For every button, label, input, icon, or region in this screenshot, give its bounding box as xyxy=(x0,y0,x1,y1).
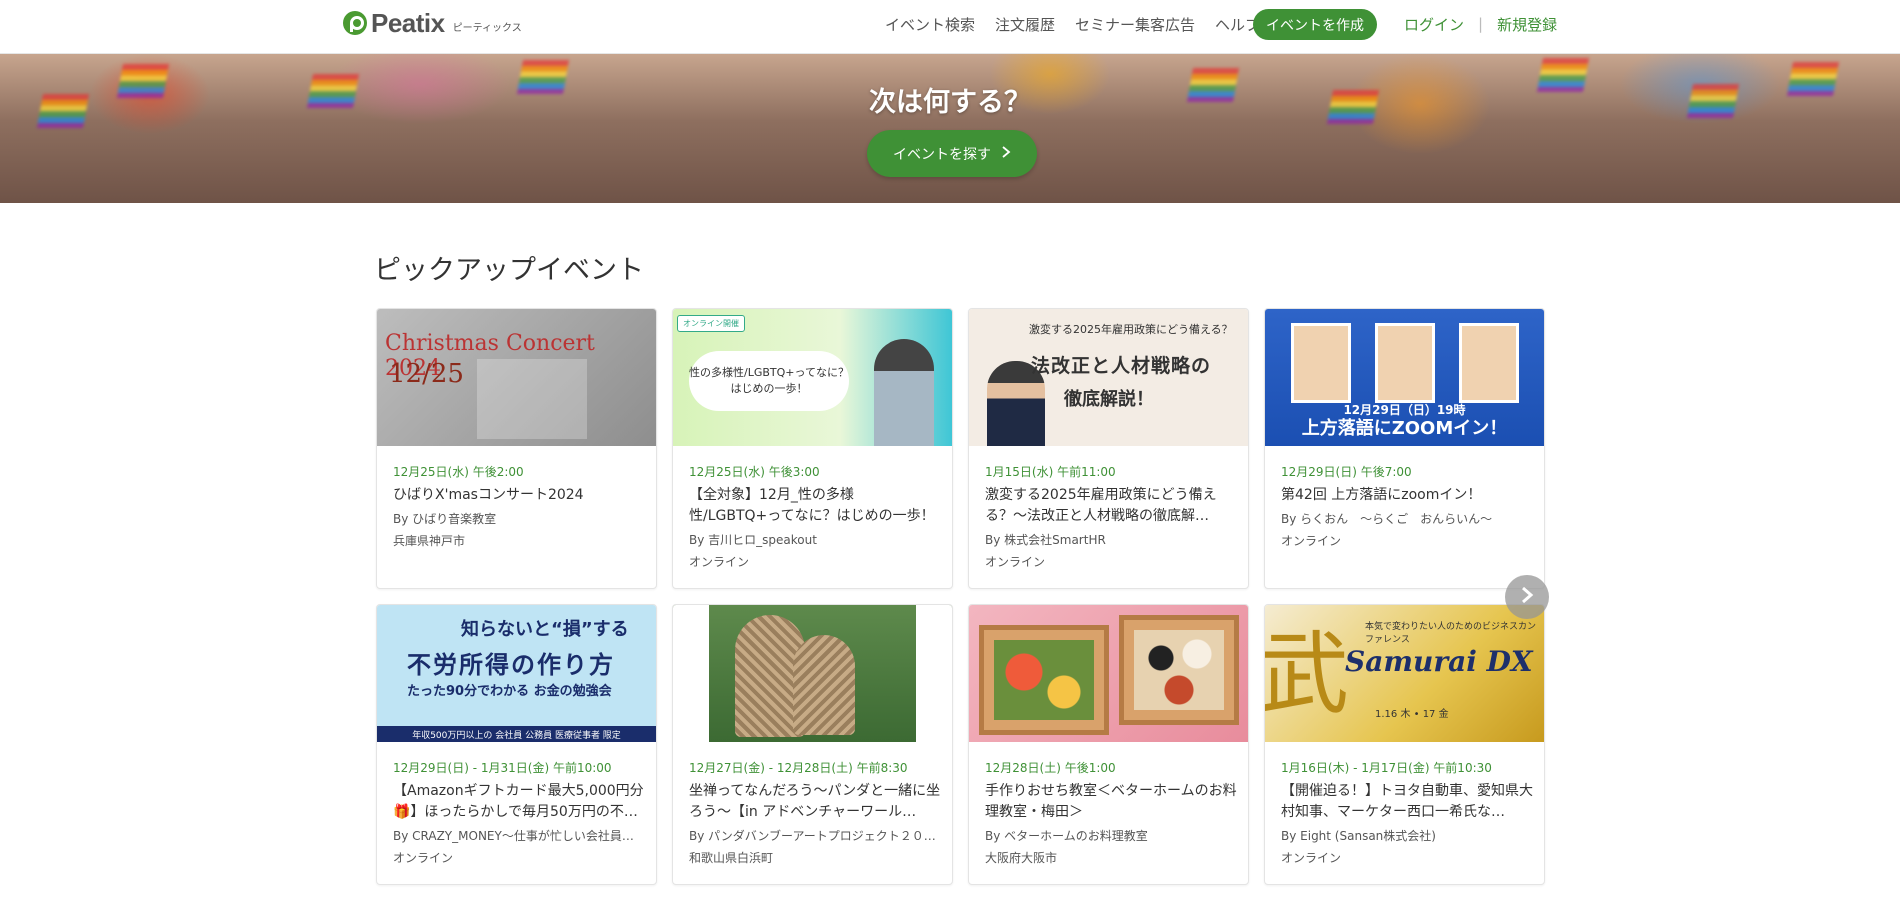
event-organizer: By 吉川ヒロ_speakout xyxy=(689,533,817,547)
event-card[interactable]: 12月27日(金) - 12月28日(土) 午前8:30 坐禅ってなんだろう〜パ… xyxy=(672,604,953,885)
peatix-logo[interactable]: Peatix ピーティックス xyxy=(343,7,522,38)
event-card[interactable]: 知らないと“損”する 不労所得の作り方 たった90分でわかる お金の勉強会 年収… xyxy=(376,604,657,885)
login-link[interactable]: ログイン xyxy=(1404,14,1464,35)
event-date: 12月29日(日) - 1月31日(金) 午前10:00 xyxy=(393,761,612,775)
event-location: オンライン xyxy=(1281,851,1342,865)
event-card[interactable]: 12月28日(土) 午後1:00 手作りおせち教室＜ベターホームのお料理教室・梅… xyxy=(968,604,1249,885)
event-card[interactable]: 12月29日（日）19時 上方落語にZOOMイン！ 12月29日(日) 午後7:… xyxy=(1264,308,1545,589)
nav-separator: | xyxy=(1478,15,1484,33)
event-thumbnail: 12月29日（日）19時 上方落語にZOOMイン！ xyxy=(1265,309,1544,446)
event-card[interactable]: Christmas Concert 2024 12/25 12月25日(水) 午… xyxy=(376,308,657,589)
carousel-next-button[interactable] xyxy=(1505,575,1549,619)
peatix-logo-icon xyxy=(343,11,367,35)
account-nav: ログイン | 新規登録 xyxy=(1404,13,1557,35)
chevron-right-icon xyxy=(1001,145,1011,162)
event-title[interactable]: 【全対象】12月_性の多様性/LGBTQ+ってなに？はじめの一歩！ xyxy=(689,485,941,527)
create-event-button[interactable]: イベントを作成 xyxy=(1253,9,1377,40)
event-title[interactable]: 手作りおせち教室＜ベターホームのお料理教室・梅田＞ xyxy=(985,781,1237,823)
main-nav: イベント検索 注文履歴 セミナー集客広告 ヘルプ xyxy=(885,13,1260,35)
hero-background-image xyxy=(0,54,1900,203)
event-title[interactable]: 第42回 上方落語にzoomイン！ xyxy=(1281,485,1533,506)
event-location: 大阪府大阪市 xyxy=(985,851,1058,865)
event-location: オンライン xyxy=(689,555,750,569)
event-title[interactable]: ひばりX'masコンサート2024 xyxy=(393,485,645,506)
logo-subtext: ピーティックス xyxy=(452,22,522,34)
event-location: オンライン xyxy=(985,555,1046,569)
event-location: オンライン xyxy=(1281,534,1342,548)
event-title[interactable]: 【開催迫る！】トヨタ自動車、愛知県大村知事、マーケター西口一希氏な… xyxy=(1281,781,1533,823)
find-events-button[interactable]: イベントを探す xyxy=(867,130,1037,177)
event-organizer: By CRAZY_MONEY〜仕事が忙しい会社員… xyxy=(393,829,634,843)
event-date: 12月27日(金) - 12月28日(土) 午前8:30 xyxy=(689,761,908,775)
event-title[interactable]: 激変する2025年雇用政策にどう備える？〜法改正と人材戦略の徹底解… xyxy=(985,485,1237,527)
event-date: 1月15日(水) 午前11:00 xyxy=(985,465,1116,479)
event-thumbnail: 知らないと“損”する 不労所得の作り方 たった90分でわかる お金の勉強会 年収… xyxy=(377,605,656,742)
event-date: 12月25日(水) 午後2:00 xyxy=(393,465,524,479)
nav-event-search[interactable]: イベント検索 xyxy=(885,14,975,35)
logo-text: Peatix xyxy=(371,7,445,38)
hero-banner: 次は何する？ xyxy=(0,54,1900,203)
event-card[interactable]: 激変する2025年雇用政策にどう備える？ 法改正と人材戦略の 徹底解説！ 1月1… xyxy=(968,308,1249,589)
event-date: 12月29日(日) 午後7:00 xyxy=(1281,465,1412,479)
signup-link[interactable]: 新規登録 xyxy=(1497,14,1557,35)
event-location: 和歌山県白浜町 xyxy=(689,851,774,865)
find-events-label: イベントを探す xyxy=(893,146,991,163)
event-organizer: By Eight (Sansan株式会社) xyxy=(1281,829,1436,843)
event-thumbnail: Christmas Concert 2024 12/25 xyxy=(377,309,656,446)
event-thumbnail xyxy=(969,605,1248,742)
event-card[interactable]: オンライン開催 性の多様性/LGBTQ+ってなに？はじめの一歩！ 12月25日(… xyxy=(672,308,953,589)
event-organizer: By らくおん 〜らくご おんらいん〜 xyxy=(1281,512,1493,526)
event-location: 兵庫県神戸市 xyxy=(393,534,466,548)
nav-seminar-ads[interactable]: セミナー集客広告 xyxy=(1075,14,1195,35)
event-date: 12月25日(水) 午後3:00 xyxy=(689,465,820,479)
event-organizer: By ベターホームのお料理教室 xyxy=(985,829,1148,843)
event-organizer: By 株式会社SmartHR xyxy=(985,533,1106,547)
event-date: 1月16日(木) - 1月17日(金) 午前10:30 xyxy=(1281,761,1492,775)
chevron-right-icon xyxy=(1520,585,1534,610)
event-thumbnail: 激変する2025年雇用政策にどう備える？ 法改正と人材戦略の 徹底解説！ xyxy=(969,309,1248,446)
pickup-events-title: ピックアップイベント xyxy=(374,255,644,286)
event-thumbnail xyxy=(673,605,952,742)
event-title[interactable]: 【Amazonギフトカード最大5,000円分🎁】ほったらかしで毎月50万円の不… xyxy=(393,781,645,823)
event-organizer: By パンダバンブーアートプロジェクト２０… xyxy=(689,829,936,843)
event-location: オンライン xyxy=(393,851,454,865)
event-thumbnail: 武 本気で変わりたい人のためのビジネスカンファレンス Samurai DX 1.… xyxy=(1265,605,1544,742)
event-date: 12月28日(土) 午後1:00 xyxy=(985,761,1116,775)
site-header: Peatix ピーティックス イベント検索 注文履歴 セミナー集客広告 ヘルプ … xyxy=(0,0,1900,54)
event-card[interactable]: 武 本気で変わりたい人のためのビジネスカンファレンス Samurai DX 1.… xyxy=(1264,604,1545,885)
event-title[interactable]: 坐禅ってなんだろう〜パンダと一緒に坐ろう〜【in アドベンチャーワール… xyxy=(689,781,941,823)
event-organizer: By ひばり音楽教室 xyxy=(393,512,497,526)
hero-title: 次は何する？ xyxy=(869,87,1031,118)
nav-order-history[interactable]: 注文履歴 xyxy=(995,14,1055,35)
event-thumbnail: オンライン開催 性の多様性/LGBTQ+ってなに？はじめの一歩！ xyxy=(673,309,952,446)
